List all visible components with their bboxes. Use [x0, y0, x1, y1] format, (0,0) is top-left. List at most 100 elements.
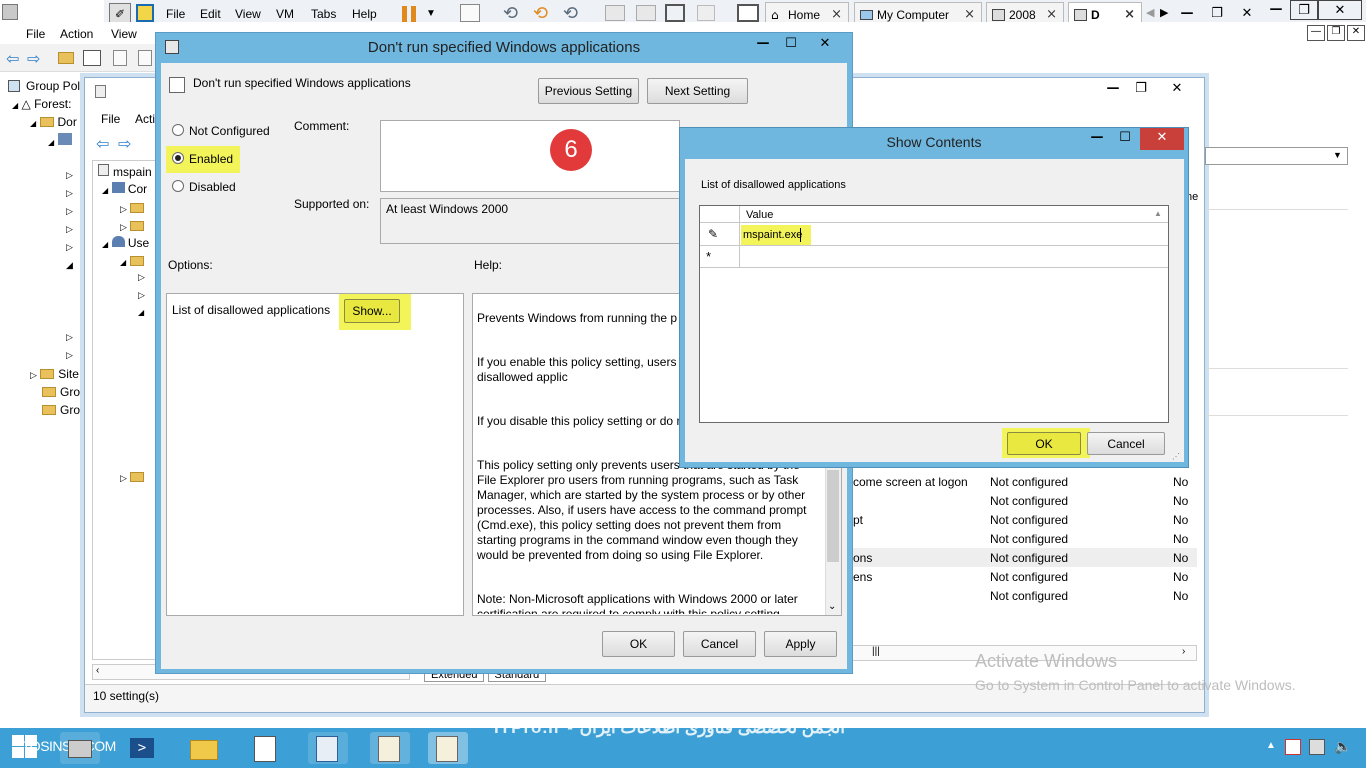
action-center-icon[interactable]: [1285, 739, 1301, 755]
snapshot-icon[interactable]: ⟲: [503, 3, 518, 24]
help-scroll-thumb[interactable]: [827, 470, 839, 562]
resize-grip-icon[interactable]: ⋰: [1172, 452, 1180, 461]
back-arrow-icon[interactable]: ⇦: [6, 49, 19, 68]
show-close-button[interactable]: ✕: [1140, 128, 1184, 150]
expand-icon[interactable]: ▷: [66, 170, 73, 181]
vm-minimize-button[interactable]: —: [1172, 4, 1202, 24]
users-computers-icon[interactable]: [308, 732, 348, 764]
tree-folder[interactable]: ▷: [120, 470, 148, 484]
vm-menu-vm[interactable]: VM: [276, 6, 294, 22]
vm-menu-tabs[interactable]: Tabs: [311, 6, 336, 22]
value-column-header[interactable]: Value: [746, 209, 773, 221]
show-maximize-button[interactable]: ☐: [1111, 128, 1139, 148]
tree-domain-node[interactable]: ◢: [48, 133, 72, 148]
mdi-close-button[interactable]: ✕: [1347, 25, 1365, 41]
previous-setting-button[interactable]: Previous Setting: [538, 78, 639, 104]
expand-icon[interactable]: ▷: [66, 188, 73, 199]
expand-icon[interactable]: ◢: [66, 260, 73, 271]
forward-arrow-icon[interactable]: ⇨: [118, 134, 131, 153]
up-folder-icon[interactable]: [58, 52, 74, 64]
chevron-right-icon[interactable]: ›: [1182, 646, 1185, 657]
show-minimize-button[interactable]: —: [1083, 128, 1111, 148]
new-row-cell[interactable]: [741, 248, 1167, 267]
tree-domains[interactable]: ◢ Dor: [30, 115, 77, 129]
expand-icon[interactable]: ▷: [66, 242, 73, 253]
show-ok-button[interactable]: OK: [1007, 432, 1081, 455]
expand-icon[interactable]: ▷: [66, 224, 73, 235]
policy-apply-button[interactable]: Apply: [764, 631, 837, 657]
forward-arrow-icon[interactable]: ⇨: [27, 49, 40, 68]
powershell-icon[interactable]: >: [122, 732, 162, 764]
show-cancel-button[interactable]: Cancel: [1087, 432, 1165, 455]
gpo-menu-file[interactable]: File: [101, 112, 120, 126]
gpo-minimize-button[interactable]: —: [1098, 79, 1128, 99]
table-row[interactable]: pt: [853, 513, 863, 527]
gpme-menu-action[interactable]: Action: [60, 27, 93, 41]
table-row[interactable]: ons: [853, 551, 872, 565]
console-view-icon[interactable]: [737, 4, 759, 22]
file-explorer-icon[interactable]: [184, 732, 224, 764]
pause-icon[interactable]: [402, 6, 416, 22]
revert-snapshot-icon[interactable]: ⟲: [533, 3, 548, 24]
gpmc-icon[interactable]: [246, 732, 286, 764]
host-restore-button[interactable]: ❐: [1290, 0, 1318, 20]
tree-user-config[interactable]: ◢ Use: [102, 236, 149, 250]
thumbnail-icon[interactable]: [636, 5, 656, 21]
policy-ok-button[interactable]: OK: [602, 631, 675, 657]
fullscreen-icon[interactable]: [665, 4, 685, 22]
gpme-taskbar-icon[interactable]: [370, 732, 410, 764]
unity-icon[interactable]: [697, 5, 715, 21]
network-icon[interactable]: [1309, 739, 1325, 755]
tree-computer-config[interactable]: ◢ Cor: [102, 182, 147, 196]
comment-textarea[interactable]: [380, 120, 680, 192]
view-dropdown[interactable]: [1205, 147, 1348, 165]
policy-cancel-button[interactable]: Cancel: [683, 631, 756, 657]
tree-folder[interactable]: ▷: [120, 219, 148, 233]
gpo-close-button[interactable]: ✕: [1162, 79, 1192, 99]
expand-icon[interactable]: ▷: [66, 206, 73, 217]
policy-minimize-button[interactable]: —: [748, 34, 778, 54]
policy-editor-taskbar-icon[interactable]: [428, 732, 468, 764]
expand-icon[interactable]: ▷: [138, 272, 145, 283]
tree-folder[interactable]: ▷: [120, 201, 148, 215]
back-arrow-icon[interactable]: ⇦: [96, 134, 109, 153]
chevron-left-icon[interactable]: ◀: [1146, 6, 1154, 19]
policy-close-button[interactable]: ✕: [810, 34, 840, 54]
paste-icon[interactable]: [138, 50, 152, 66]
gpme-menu-file[interactable]: File: [26, 27, 45, 41]
tree-group-policy-results[interactable]: Gro: [42, 403, 80, 417]
vm-menu-view[interactable]: View: [235, 6, 261, 22]
table-row[interactable]: come screen at logon: [853, 475, 968, 489]
chevron-right-icon[interactable]: ▶: [1160, 6, 1168, 19]
show-button[interactable]: Show...: [344, 299, 400, 323]
radio-enabled[interactable]: [172, 152, 184, 164]
vm-close-button[interactable]: ✕: [1232, 4, 1262, 24]
gpo-restore-button[interactable]: ❐: [1126, 79, 1156, 99]
tree-folder[interactable]: ◢: [120, 254, 148, 268]
library-icon[interactable]: [605, 5, 625, 21]
show-tree-icon[interactable]: [83, 50, 101, 66]
chevron-down-icon[interactable]: ▼: [426, 8, 436, 19]
expand-icon[interactable]: ▷: [138, 290, 145, 301]
snapshot-manager-icon[interactable]: ⟲: [563, 3, 578, 24]
table-row[interactable]: ens: [853, 570, 872, 584]
vm-menu-file[interactable]: File: [166, 6, 185, 22]
mdi-restore-button[interactable]: ❐: [1327, 25, 1345, 41]
expand-icon[interactable]: ▷: [66, 332, 73, 343]
mdi-minimize-button[interactable]: —: [1307, 25, 1325, 41]
vm-menu-edit[interactable]: Edit: [200, 6, 221, 22]
chevron-down-icon[interactable]: ⌄: [828, 601, 836, 612]
next-setting-button[interactable]: Next Setting: [647, 78, 748, 104]
policy-maximize-button[interactable]: ☐: [776, 34, 806, 54]
gpo-menu-action[interactable]: Acti: [135, 112, 155, 126]
vm-console-icon[interactable]: [136, 4, 154, 22]
tree-sites[interactable]: ▷ Site: [30, 367, 79, 381]
radio-disabled[interactable]: [172, 180, 184, 192]
tray-chevron-up-icon[interactable]: ▲: [1266, 740, 1276, 751]
tree-forest[interactable]: ◢ △ Forest:: [12, 97, 71, 111]
chevron-left-icon[interactable]: ‹: [96, 665, 99, 676]
host-minimize-button[interactable]: —: [1262, 0, 1290, 20]
radio-not-configured[interactable]: [172, 124, 184, 136]
tree-group-policy-modeling[interactable]: Gro: [42, 385, 80, 399]
tree-group-policy[interactable]: Group Poli: [8, 79, 83, 93]
